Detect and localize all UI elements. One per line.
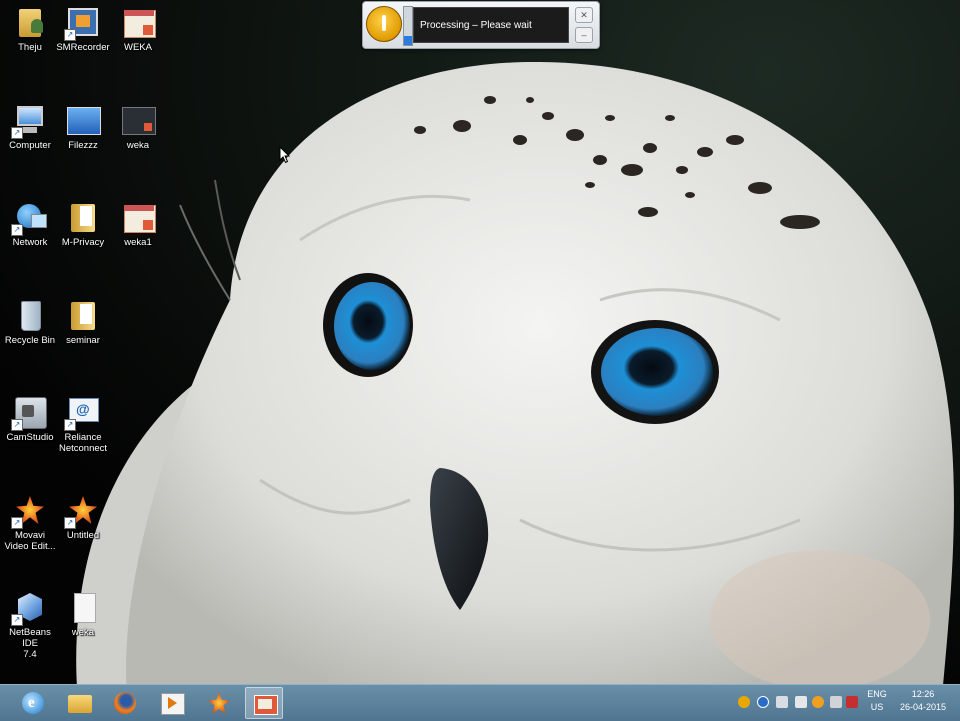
level-meter-fill — [404, 35, 412, 45]
taskbar-button-media-player[interactable] — [153, 687, 191, 719]
desktop-icon-label: M-Privacy — [61, 237, 105, 248]
desktop-icon-label: NetBeans IDE 7.4 — [9, 627, 51, 660]
firefox-icon — [106, 687, 144, 719]
processing-message: Processing – Please wait — [413, 7, 569, 43]
desktop-shortcut[interactable]: weka — [108, 103, 168, 151]
desktop-shortcut[interactable]: ↗ Untitled — [53, 493, 113, 541]
desktop-shortcut[interactable]: @ ↗ Reliance Netconnect — [53, 395, 113, 454]
tray-network-icon[interactable] — [795, 696, 807, 708]
shortcut-arrow-icon: ↗ — [64, 29, 76, 41]
desktop-icon-label: Reliance Netconnect — [58, 432, 108, 454]
language-code: ENG — [867, 689, 887, 699]
network-globe-icon: ↗ — [11, 200, 47, 236]
file-explorer-icon — [61, 687, 99, 719]
recycle-bin-icon — [13, 298, 47, 332]
desktop-shortcut[interactable]: WEKA — [108, 5, 168, 53]
shortcut-arrow-icon: ↗ — [11, 224, 23, 236]
desktop-icon-label: WEKA — [124, 42, 152, 53]
tray-warning-icon[interactable] — [812, 696, 824, 708]
user-folder-icon — [13, 5, 47, 39]
shortcut-arrow-icon: ↗ — [11, 419, 23, 431]
taskbar: e ENG US 12:26 26-04-2015 — [0, 684, 960, 721]
tray-device-icon[interactable] — [776, 696, 788, 708]
movavi-star-icon: ↗ — [64, 493, 100, 529]
desktop-icon-label: weka1 — [124, 237, 152, 248]
weka-dark-icon — [121, 103, 156, 137]
movavi-icon — [200, 687, 238, 719]
shortcut-arrow-icon: ↗ — [11, 517, 23, 529]
reliance-net-icon: @ ↗ — [64, 395, 100, 431]
desktop-icon-label: Computer — [9, 140, 51, 151]
folder-icon — [66, 200, 100, 234]
desktop-icon-label: SMRecorder — [56, 42, 110, 53]
desktop-icon-label: Theju — [18, 42, 42, 53]
desktop-icon-label: Movavi Video Edit... — [4, 530, 56, 552]
desktop-icon-label: seminar — [66, 335, 100, 346]
desktop-shortcut[interactable]: ↗ CamStudio — [0, 395, 60, 443]
text-file-icon — [66, 590, 100, 624]
desktop-shortcut[interactable]: ↗ NetBeans IDE 7.4 — [0, 590, 60, 660]
desktop-shortcut[interactable]: seminar — [53, 298, 113, 346]
desktop-shortcut[interactable]: Theju — [0, 5, 60, 53]
desktop-icon-label: weka — [126, 140, 150, 151]
tray-blue-icon[interactable] — [757, 696, 769, 708]
camera-app-icon: ↗ — [11, 395, 47, 431]
mouse-cursor-icon — [279, 146, 291, 164]
shortcut-arrow-icon: ↗ — [11, 614, 23, 626]
blue-screen-icon — [66, 103, 101, 137]
tray-speaker-icon[interactable] — [846, 696, 858, 708]
shortcut-arrow-icon: ↗ — [64, 419, 76, 431]
dialog-close-button[interactable]: ✕ — [575, 7, 593, 23]
desktop-shortcut[interactable]: ↗ Computer — [0, 103, 60, 151]
desktop-shortcut[interactable]: Recycle Bin — [0, 298, 60, 346]
shortcut-arrow-icon: ↗ — [11, 127, 23, 139]
taskbar-button-internet-explorer[interactable]: e — [14, 687, 52, 719]
level-meter — [403, 6, 413, 46]
desktop-shortcut[interactable]: ↗ Movavi Video Edit... — [0, 493, 60, 552]
desktop-shortcut[interactable]: weka — [53, 590, 113, 638]
desktop-shortcut[interactable]: ↗ SMRecorder — [53, 5, 113, 53]
desktop-shortcut[interactable]: ↗ Network — [0, 200, 60, 248]
processing-dialog: Processing – Please wait ✕ – — [362, 1, 600, 49]
film-app-icon: ↗ — [64, 5, 100, 41]
recorder-app-icon — [246, 688, 282, 718]
microphone-icon[interactable] — [366, 6, 402, 42]
desktop-icon-label: Network — [12, 237, 48, 248]
desktop-icon-label: Filezzz — [68, 140, 98, 151]
desktop-icon-label: Recycle Bin — [4, 335, 56, 346]
shortcut-arrow-icon: ↗ — [64, 517, 76, 529]
weka-document-icon — [121, 5, 156, 39]
tray-flag-icon[interactable] — [830, 696, 842, 708]
weka-document-icon — [121, 200, 156, 234]
netbeans-cube-icon: ↗ — [11, 590, 47, 626]
language-indicator[interactable]: ENG US — [864, 688, 890, 714]
desktop-shortcut[interactable]: M-Privacy — [53, 200, 113, 248]
computer-icon: ↗ — [11, 103, 47, 139]
folder-icon — [66, 298, 100, 332]
taskbar-button-recorder-app[interactable] — [245, 687, 283, 719]
clock[interactable]: 12:26 26-04-2015 — [896, 688, 950, 714]
dialog-minimize-button[interactable]: – — [575, 27, 593, 43]
desktop-icon-label: CamStudio — [6, 432, 54, 443]
internet-explorer-icon: e — [14, 687, 52, 719]
desktop-icon-label: Untitled — [66, 530, 100, 541]
media-player-icon — [153, 687, 191, 719]
tray-orange-icon[interactable] — [738, 696, 750, 708]
desktop-shortcut[interactable]: weka1 — [108, 200, 168, 248]
clock-time: 12:26 — [911, 689, 935, 699]
clock-date: 26-04-2015 — [899, 702, 947, 712]
taskbar-button-firefox[interactable] — [106, 687, 144, 719]
movavi-star-icon: ↗ — [11, 493, 47, 529]
desktop-icon-label: weka — [71, 627, 95, 638]
region-code: US — [870, 702, 884, 712]
desktop-shortcut[interactable]: Filezzz — [53, 103, 113, 151]
taskbar-button-movavi[interactable] — [200, 687, 238, 719]
taskbar-button-file-explorer[interactable] — [61, 687, 99, 719]
